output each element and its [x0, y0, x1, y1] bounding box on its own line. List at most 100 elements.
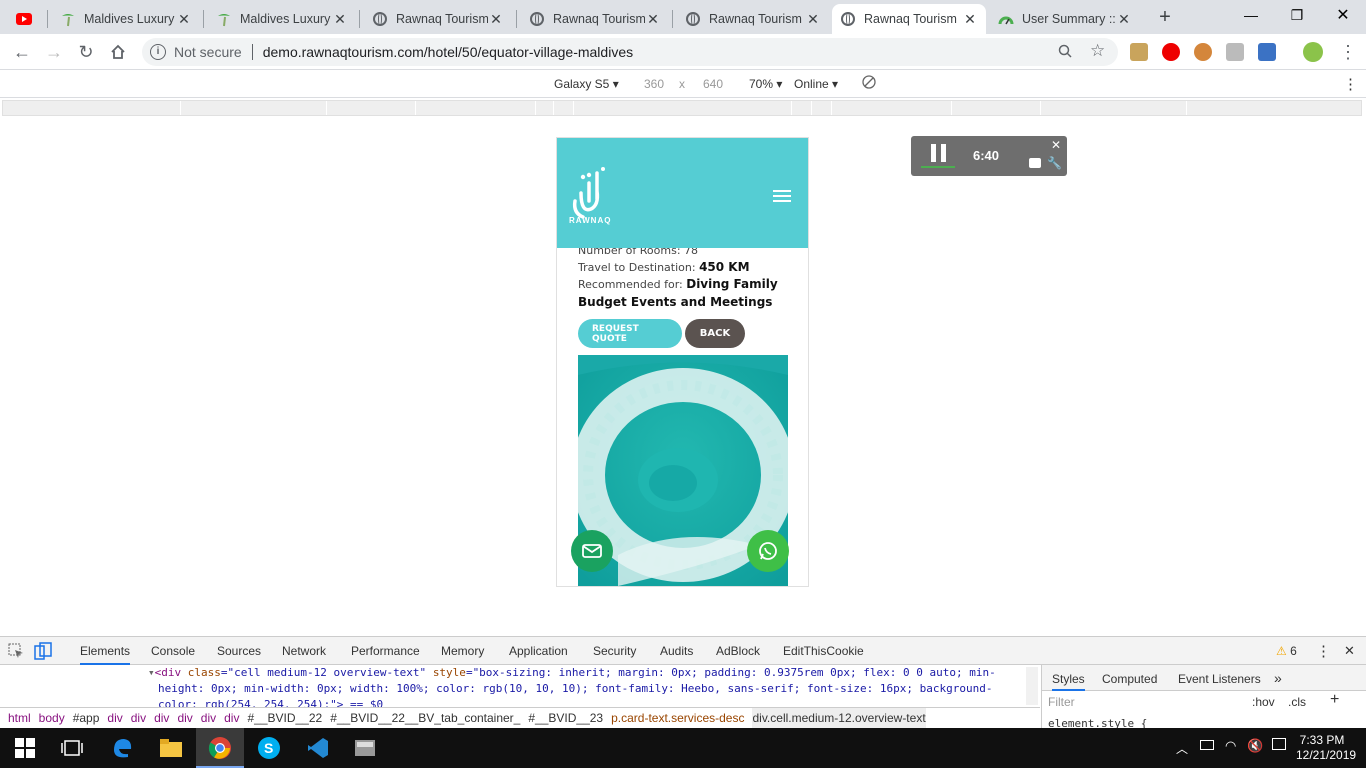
- close-icon[interactable]: ✕: [1116, 11, 1132, 28]
- battery-icon[interactable]: [1200, 740, 1214, 750]
- tab-console[interactable]: Console: [151, 644, 195, 658]
- tab-user-summary[interactable]: User Summary :: T ✕: [990, 4, 1140, 34]
- action-center-icon[interactable]: [1272, 738, 1286, 750]
- close-icon[interactable]: ✕: [176, 11, 192, 28]
- width-input[interactable]: 360: [644, 77, 664, 91]
- minimize-button[interactable]: —: [1228, 0, 1274, 30]
- forward-arrow-icon[interactable]: →: [42, 40, 66, 64]
- crumb[interactable]: p.card-text.services-desc: [611, 708, 744, 728]
- request-quote-button[interactable]: REQUEST QUOTE: [578, 319, 682, 348]
- tab-rawnaq-2[interactable]: Rawnaq Tourism ✕: [521, 4, 669, 34]
- extension-k-icon[interactable]: [1226, 43, 1244, 61]
- app-icon[interactable]: [354, 736, 378, 760]
- tab-rawnaq-active[interactable]: Rawnaq Tourism ✕: [832, 4, 986, 34]
- avatar[interactable]: [1303, 42, 1323, 62]
- info-icon[interactable]: i: [150, 44, 166, 60]
- tab-network[interactable]: Network: [282, 644, 326, 658]
- task-view-icon[interactable]: [61, 736, 85, 760]
- filter-input[interactable]: Filter: [1048, 695, 1075, 709]
- vscode-icon[interactable]: [306, 736, 330, 760]
- crumb-selected[interactable]: div.cell.medium-12.overview-text: [752, 708, 926, 728]
- close-icon[interactable]: ✕: [1051, 138, 1061, 152]
- tab-youtube[interactable]: [8, 4, 46, 34]
- media-query-bar[interactable]: [2, 100, 1362, 116]
- inspect-element-icon[interactable]: [8, 643, 24, 662]
- crumb[interactable]: html: [8, 708, 31, 728]
- device-select[interactable]: Galaxy S5 ▾: [554, 77, 619, 91]
- close-icon[interactable]: ✕: [645, 11, 661, 28]
- dom-tree[interactable]: ▾<div class="cell medium-12 overview-tex…: [0, 665, 1040, 707]
- tab-performance[interactable]: Performance: [351, 644, 420, 658]
- zoom-select[interactable]: 70% ▾: [749, 77, 782, 91]
- crumb[interactable]: div: [131, 708, 146, 728]
- download-extension-icon[interactable]: [1258, 43, 1276, 61]
- crumb[interactable]: div: [154, 708, 169, 728]
- maximize-button[interactable]: ❐: [1274, 0, 1320, 30]
- crumb[interactable]: body: [39, 708, 65, 728]
- tab-rawnaq-3[interactable]: Rawnaq Tourism ✕: [677, 4, 829, 34]
- chevron-up-icon[interactable]: ︿: [1176, 740, 1188, 757]
- tab-rawnaq-1[interactable]: Rawnaq Tourism ✕: [364, 4, 512, 34]
- tab-application[interactable]: Application: [509, 644, 568, 658]
- device-options-icon[interactable]: ⋮: [1343, 75, 1358, 93]
- cookie-icon[interactable]: [1194, 43, 1212, 61]
- close-icon[interactable]: ✕: [805, 11, 821, 28]
- tab-event-listeners[interactable]: Event Listeners: [1178, 672, 1261, 686]
- edge-browser-icon[interactable]: [110, 736, 134, 760]
- skype-icon[interactable]: S: [257, 736, 281, 760]
- crumb[interactable]: #app: [73, 708, 100, 728]
- tab-elements[interactable]: Elements: [80, 644, 131, 665]
- briefcase-icon[interactable]: [1029, 158, 1041, 168]
- add-rule-icon[interactable]: +: [1330, 691, 1339, 709]
- chrome-taskbar-item[interactable]: [196, 728, 244, 768]
- crumb[interactable]: div: [177, 708, 192, 728]
- whatsapp-fab[interactable]: [747, 530, 789, 572]
- rotate-icon[interactable]: [862, 75, 876, 92]
- cls-toggle[interactable]: .cls: [1288, 695, 1306, 709]
- hamburger-menu-icon[interactable]: [773, 190, 791, 203]
- tab-security[interactable]: Security: [593, 644, 636, 658]
- windows-start-icon[interactable]: [13, 736, 37, 760]
- close-icon[interactable]: ✕: [962, 11, 978, 28]
- clock[interactable]: 7:33 PM 12/21/2019: [1296, 733, 1356, 763]
- extension-icon[interactable]: [1130, 43, 1148, 61]
- adblock-icon[interactable]: [1162, 43, 1180, 61]
- email-fab[interactable]: [571, 530, 613, 572]
- tab-styles[interactable]: Styles: [1052, 672, 1085, 691]
- address-bar[interactable]: i Not secure demo.rawnaqtourism.com/hote…: [142, 38, 1118, 66]
- crumb[interactable]: #__BVID__23: [528, 708, 603, 728]
- crumb[interactable]: div: [224, 708, 239, 728]
- volume-muted-icon[interactable]: 🔇: [1247, 738, 1263, 754]
- height-input[interactable]: 640: [703, 77, 723, 91]
- new-tab-button[interactable]: +: [1156, 7, 1174, 27]
- close-devtools-icon[interactable]: ✕: [1344, 643, 1355, 659]
- more-tabs-icon[interactable]: »: [1274, 670, 1282, 686]
- tab-editthiscookie[interactable]: EditThisCookie: [783, 644, 864, 658]
- tab-memory[interactable]: Memory: [441, 644, 484, 658]
- crumb[interactable]: #__BVID__22: [247, 708, 322, 728]
- network-select[interactable]: Online ▾: [794, 77, 838, 91]
- crumb[interactable]: div: [107, 708, 122, 728]
- tab-audits[interactable]: Audits: [660, 644, 693, 658]
- home-icon[interactable]: [106, 40, 130, 64]
- zoom-search-icon[interactable]: [1058, 44, 1072, 62]
- tab-adblock[interactable]: AdBlock: [716, 644, 760, 658]
- device-mode-icon[interactable]: [34, 642, 52, 663]
- close-icon[interactable]: ✕: [332, 11, 348, 28]
- back-arrow-icon[interactable]: ←: [10, 40, 34, 64]
- tab-computed[interactable]: Computed: [1102, 672, 1157, 686]
- file-explorer-icon[interactable]: [159, 736, 183, 760]
- tab-maldives-1[interactable]: Maldives Luxury T ✕: [52, 4, 200, 34]
- wifi-icon[interactable]: ◠: [1225, 738, 1236, 754]
- crumb[interactable]: #__BVID__22__BV_tab_container_: [330, 708, 520, 728]
- crumb[interactable]: div: [201, 708, 216, 728]
- menu-kebab-icon[interactable]: ⋮: [1336, 40, 1360, 64]
- hov-toggle[interactable]: :hov: [1252, 695, 1275, 709]
- warnings-badge[interactable]: ⚠ 6: [1276, 644, 1297, 658]
- dom-scrollbar[interactable]: [1026, 667, 1038, 705]
- wrench-icon[interactable]: 🔧: [1047, 156, 1062, 170]
- bookmark-star-icon[interactable]: ☆: [1090, 41, 1105, 61]
- pause-icon[interactable]: [931, 144, 947, 162]
- tab-maldives-2[interactable]: Maldives Luxury T ✕: [208, 4, 356, 34]
- close-window-button[interactable]: ✕: [1320, 0, 1366, 30]
